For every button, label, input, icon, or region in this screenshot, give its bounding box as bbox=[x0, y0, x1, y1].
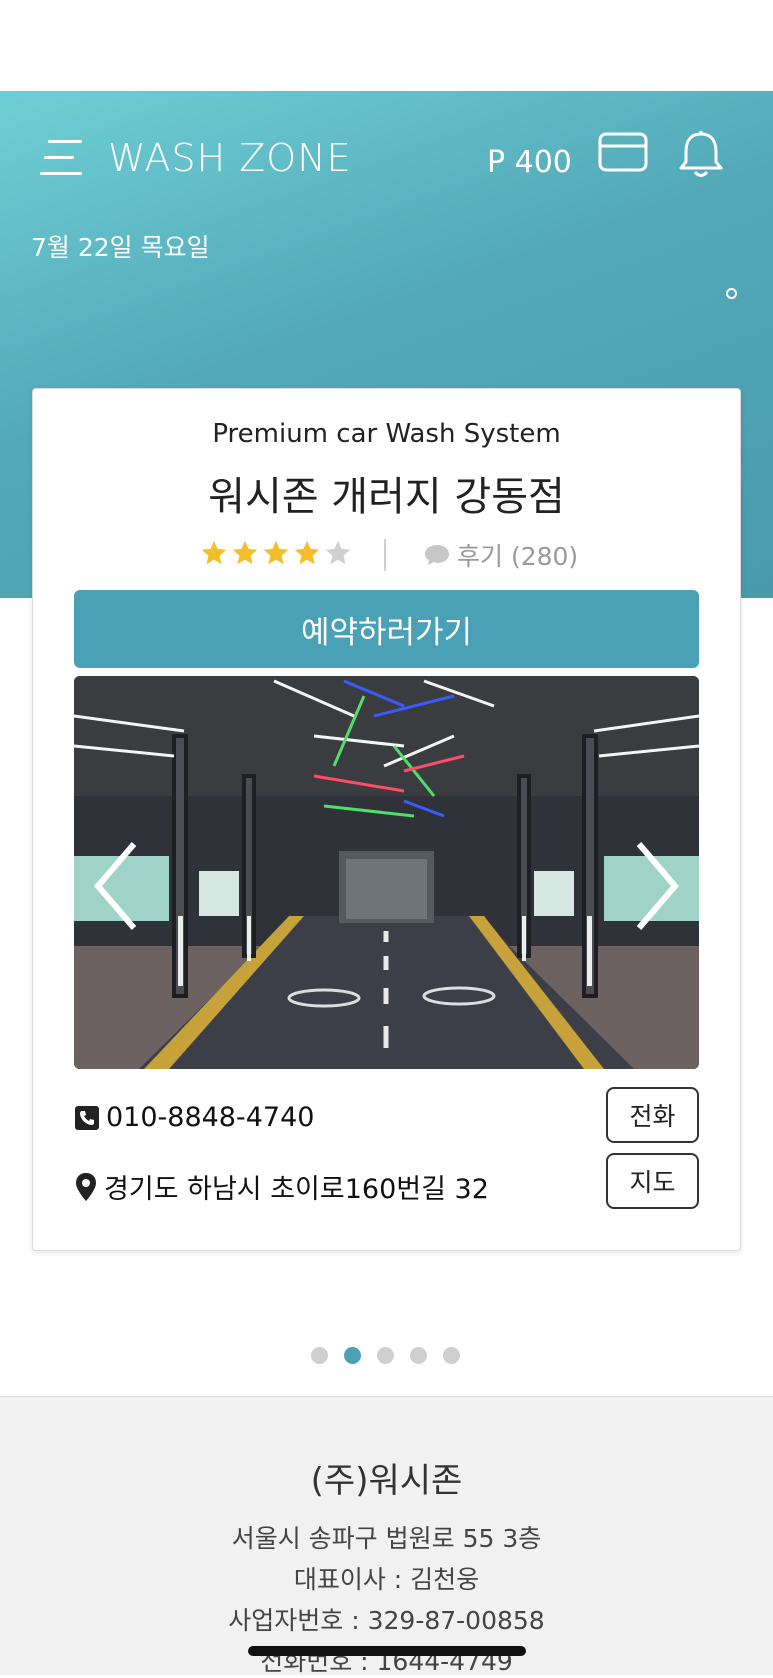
store-name: 워시존 개러지 강동점 bbox=[208, 474, 565, 520]
points-balance[interactable]: P 400 bbox=[487, 145, 572, 180]
reviews-count: 후기 (280) bbox=[457, 542, 579, 571]
star-rating bbox=[199, 537, 354, 569]
divider bbox=[384, 539, 386, 571]
star-empty-icon bbox=[325, 540, 351, 565]
store-address: 경기도 하남시 초이로160번길 32 bbox=[104, 1174, 489, 1205]
company-ceo: 대표이사 : 김천웅 bbox=[293, 1565, 480, 1594]
address-row: 경기도 하남시 초이로160번길 32 bbox=[74, 1167, 489, 1206]
store-card: Premium car Wash System 워시존 개러지 강동점 후기 (… bbox=[32, 388, 741, 1251]
pagination-dot[interactable] bbox=[410, 1347, 427, 1364]
reviews-link[interactable]: 후기 (280) bbox=[423, 537, 578, 573]
company-name: (주)워시존 bbox=[310, 1461, 463, 1501]
star-filled-icon bbox=[201, 540, 227, 565]
store-photo bbox=[74, 676, 699, 1069]
carousel-prev-icon[interactable] bbox=[88, 836, 148, 936]
star-filled-icon bbox=[263, 540, 289, 565]
business-number: 사업자번호 : 329-87-00858 bbox=[228, 1606, 545, 1635]
store-subtitle: Premium car Wash System bbox=[212, 419, 561, 449]
status-dot bbox=[726, 288, 737, 299]
star-filled-icon bbox=[294, 540, 320, 565]
phone-icon bbox=[75, 1105, 99, 1130]
pagination-dot[interactable] bbox=[377, 1347, 394, 1364]
map-button[interactable]: 지도 bbox=[606, 1153, 699, 1209]
logo: WASH ZONE bbox=[108, 136, 352, 180]
star-filled-icon bbox=[232, 540, 258, 565]
carousel-next-icon[interactable] bbox=[625, 836, 685, 936]
phone-row: 010-8848-4740 bbox=[74, 1102, 314, 1133]
pagination-dot[interactable] bbox=[311, 1347, 328, 1364]
carousel-pagination bbox=[311, 1347, 476, 1364]
phone-number: 010-8848-4740 bbox=[106, 1102, 315, 1133]
pagination-dot[interactable] bbox=[443, 1347, 460, 1364]
reserve-button[interactable]: 예약하러가기 bbox=[74, 590, 699, 668]
map-pin-icon bbox=[76, 1172, 96, 1201]
menu-icon[interactable] bbox=[40, 140, 82, 178]
bell-icon[interactable] bbox=[678, 130, 724, 180]
credit-card-icon[interactable] bbox=[598, 132, 648, 172]
current-date: 7월 22일 목요일 bbox=[31, 233, 210, 262]
footer: (주)워시존 서울시 송파구 법원로 55 3층 대표이사 : 김천웅 사업자번… bbox=[0, 1396, 773, 1676]
home-indicator bbox=[248, 1646, 526, 1656]
company-address: 서울시 송파구 법원로 55 3층 bbox=[231, 1524, 542, 1553]
pagination-dot[interactable] bbox=[344, 1347, 361, 1364]
speech-bubble-icon bbox=[425, 545, 449, 565]
call-button[interactable]: 전화 bbox=[606, 1087, 699, 1143]
